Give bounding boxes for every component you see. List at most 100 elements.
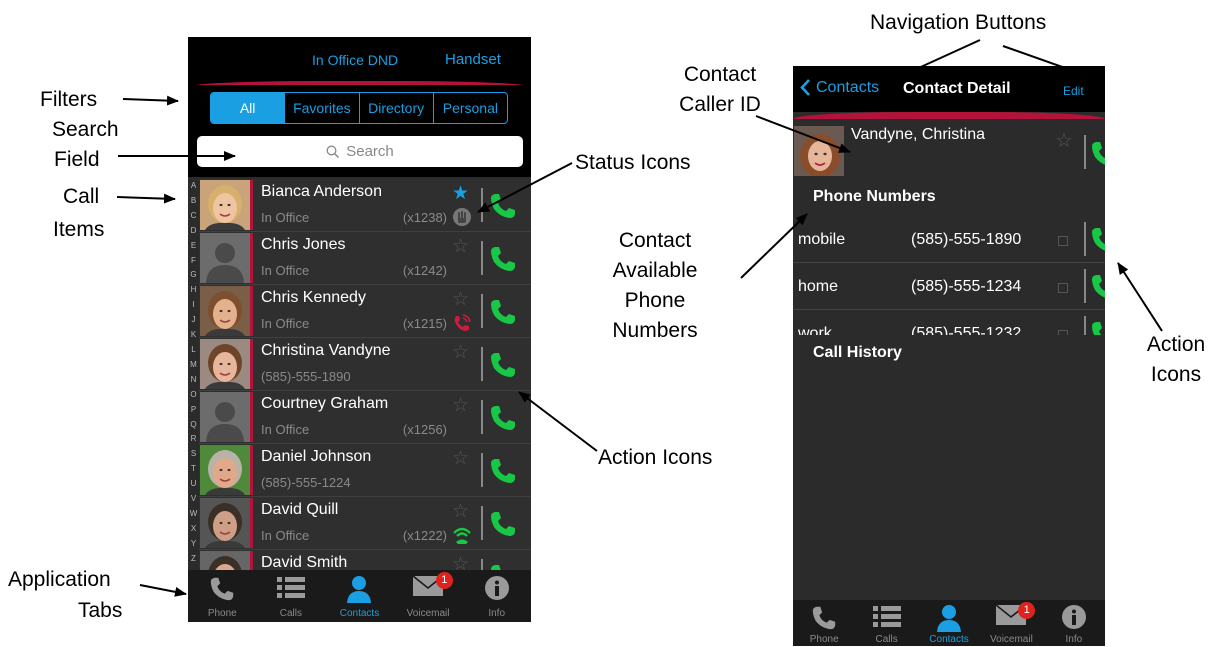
call-button-icon[interactable] (488, 350, 518, 380)
annotation-line: Items (53, 218, 105, 241)
contact-name: Vandyne, Christina (851, 126, 985, 143)
phone-number-row[interactable]: mobile (585)-555-1890 (793, 216, 1105, 263)
alphabet-letter[interactable]: T (188, 462, 199, 477)
alphabet-letter[interactable]: V (188, 492, 199, 507)
filter-favorites[interactable]: Favorites (284, 93, 358, 123)
favorite-star-icon[interactable]: ☆ (452, 396, 469, 415)
divider (481, 188, 483, 222)
alphabet-letter[interactable]: Y (188, 537, 199, 552)
phone-numbers-heading: Phone Numbers (813, 188, 936, 205)
contact-status: (585)-555-1224 (261, 475, 351, 490)
alphabet-letter[interactable]: Q (188, 418, 199, 433)
call-button-icon[interactable] (1089, 272, 1105, 302)
alphabet-letter[interactable]: O (188, 388, 199, 403)
back-button[interactable]: Contacts (799, 78, 879, 97)
alphabet-letter[interactable]: K (188, 328, 199, 343)
tab-voicemail[interactable]: Voicemail 1 (394, 570, 463, 622)
alphabet-letter[interactable]: A (188, 179, 199, 194)
tab-calls[interactable]: Calls (257, 570, 326, 622)
contact-extension: (x1215) (402, 316, 447, 331)
call-button-icon[interactable] (488, 456, 518, 486)
call-button-icon[interactable] (488, 297, 518, 327)
divider (1084, 135, 1086, 169)
contact-row[interactable]: Courtney Graham In Office (x1256) ☆ (199, 391, 531, 444)
annotation-line: Numbers (612, 319, 698, 342)
contact-row[interactable]: Chris Kennedy In Office (x1215) ☆ (199, 285, 531, 338)
select-checkbox[interactable] (1058, 283, 1068, 293)
alphabet-letter[interactable]: X (188, 522, 199, 537)
favorite-star-icon[interactable]: ☆ (452, 449, 469, 468)
select-checkbox[interactable] (1058, 330, 1068, 335)
phone-icon (208, 575, 236, 608)
alphabet-index[interactable]: ABCDEFGHIJKLMNOPQRSTUVWXYZ (188, 179, 199, 567)
call-button-icon[interactable] (488, 244, 518, 274)
alphabet-letter[interactable]: B (188, 194, 199, 209)
tab-info[interactable]: Info (462, 570, 531, 622)
phone-number-row[interactable]: work (585)-555-1232 (793, 310, 1105, 335)
alphabet-letter[interactable]: U (188, 477, 199, 492)
alphabet-letter[interactable]: N (188, 373, 199, 388)
contact-status: In Office (261, 528, 310, 543)
tab-contacts[interactable]: Contacts (918, 600, 980, 646)
favorite-star-icon[interactable]: ☆ (452, 343, 469, 362)
avatar (200, 180, 250, 230)
phone-number-row[interactable]: home (585)-555-1234 (793, 263, 1105, 310)
call-button-icon[interactable] (1089, 225, 1105, 255)
search-input[interactable]: Search (197, 136, 523, 167)
alphabet-letter[interactable]: R (188, 432, 199, 447)
tab-contacts[interactable]: Contacts (325, 570, 394, 622)
audio-device[interactable]: Handset (445, 51, 501, 68)
contact-row[interactable]: Chris Jones In Office (x1242) ☆ (199, 232, 531, 285)
select-checkbox[interactable] (1058, 236, 1068, 246)
contact-row[interactable]: Christina Vandyne (585)-555-1890 ☆ (199, 338, 531, 391)
call-button-icon[interactable] (1089, 319, 1105, 335)
call-button-icon[interactable] (488, 403, 518, 433)
contact-row[interactable]: Daniel Johnson (585)-555-1224 ☆ (199, 444, 531, 497)
alphabet-letter[interactable]: S (188, 447, 199, 462)
tab-voicemail[interactable]: Voicemail 1 (980, 600, 1042, 646)
alphabet-letter[interactable]: F (188, 254, 199, 269)
alphabet-letter[interactable]: W (188, 507, 199, 522)
annotation-action-icons-left: Action Icons (598, 446, 713, 469)
info-icon (484, 575, 510, 606)
presence-status[interactable]: In Office DND (312, 52, 398, 68)
call-button-icon[interactable] (488, 509, 518, 539)
tab-phone[interactable]: Phone (793, 600, 855, 646)
tab-calls[interactable]: Calls (855, 600, 917, 646)
favorite-star-icon[interactable]: ☆ (1055, 128, 1073, 153)
tab-phone[interactable]: Phone (188, 570, 257, 622)
favorite-star-icon[interactable]: ☆ (452, 502, 469, 521)
contact-extension: (x1256) (402, 422, 447, 437)
filter-all[interactable]: All (211, 93, 285, 123)
edit-button[interactable]: Edit (1063, 84, 1084, 98)
contact-row[interactable]: David Quill In Office (x1222) ☆ (199, 497, 531, 550)
tab-info[interactable]: Info (1043, 600, 1105, 646)
call-history-heading: Call History (813, 344, 902, 361)
alphabet-letter[interactable]: D (188, 224, 199, 239)
avatar (200, 233, 250, 283)
contact-status: In Office (261, 263, 310, 278)
alphabet-letter[interactable]: E (188, 239, 199, 254)
contact-row[interactable]: Bianca Anderson In Office (x1238) ★ (199, 179, 531, 232)
divider (481, 241, 483, 275)
alphabet-letter[interactable]: L (188, 343, 199, 358)
filter-personal[interactable]: Personal (432, 93, 507, 123)
alphabet-letter[interactable]: J (188, 313, 199, 328)
alphabet-letter[interactable]: G (188, 268, 199, 283)
annotation-line: Icons (1150, 363, 1202, 386)
favorite-star-icon[interactable]: ☆ (452, 237, 469, 256)
favorite-star-icon[interactable]: ☆ (452, 290, 469, 309)
alphabet-letter[interactable]: I (188, 298, 199, 313)
contact-extension: (x1222) (402, 528, 447, 543)
filter-directory[interactable]: Directory (358, 93, 433, 123)
alphabet-letter[interactable]: Z (188, 552, 199, 567)
call-button-icon[interactable] (488, 191, 518, 221)
alphabet-letter[interactable]: C (188, 209, 199, 224)
alphabet-letter[interactable]: M (188, 358, 199, 373)
alphabet-letter[interactable]: P (188, 403, 199, 418)
tab-label: Info (1065, 634, 1083, 645)
favorite-star-icon[interactable]: ★ (452, 184, 469, 203)
alphabet-letter[interactable]: H (188, 283, 199, 298)
call-button-icon[interactable] (1089, 139, 1105, 169)
contact-detail-screen: Contacts Contact Detail Edit Vandyne, Ch… (793, 66, 1105, 646)
